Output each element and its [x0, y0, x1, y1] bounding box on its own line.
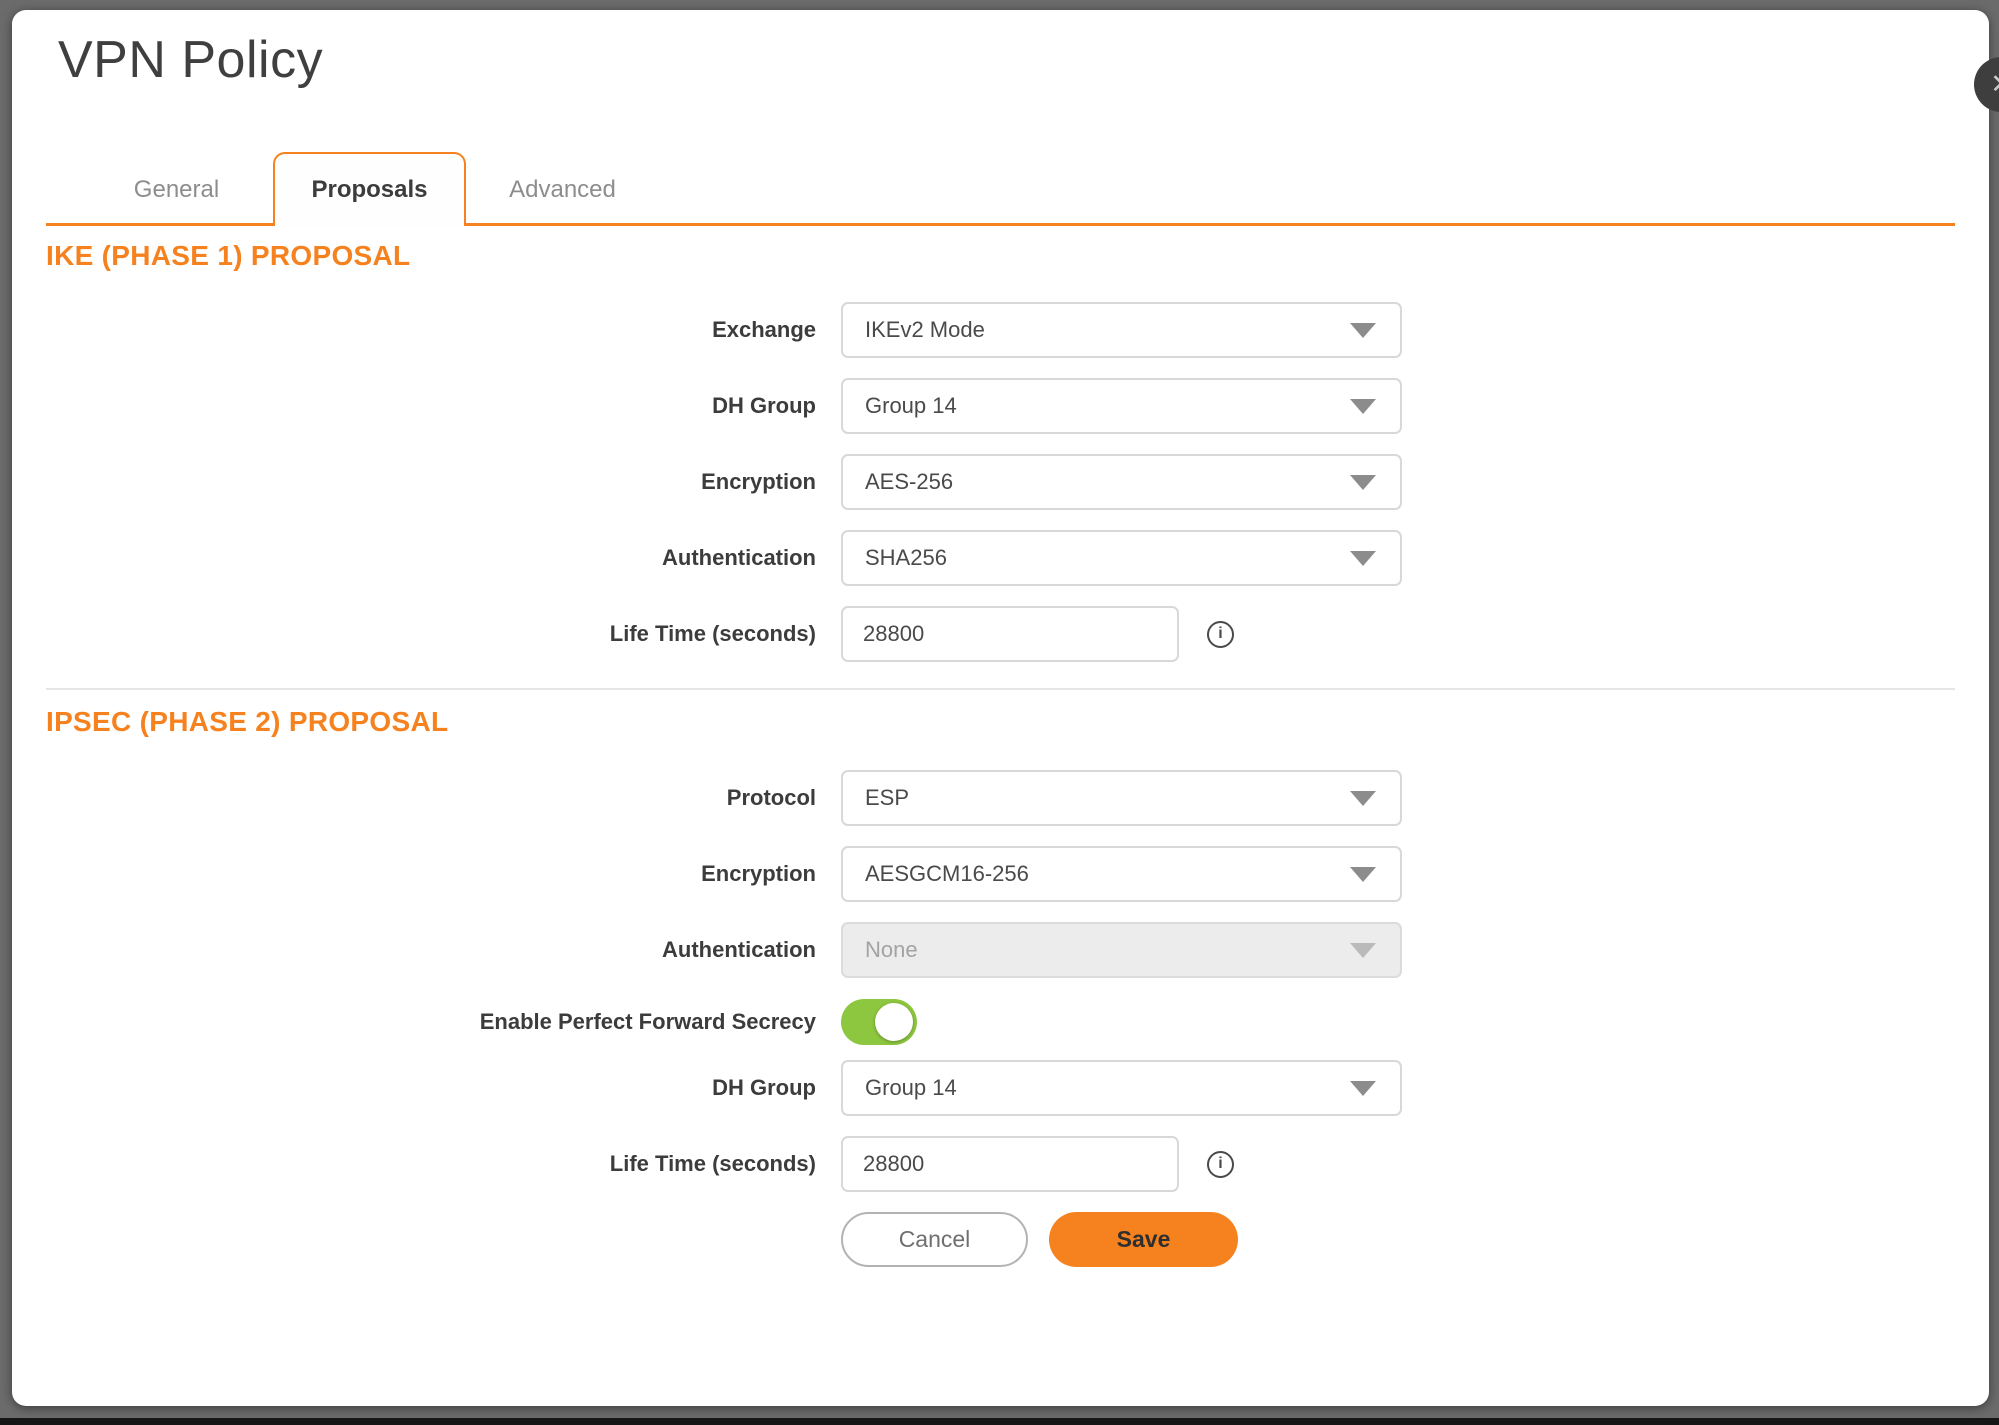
ike-life-time-row: Life Time (seconds) i: [46, 606, 1955, 662]
ipsec-encryption-select[interactable]: AESGCM16-256: [841, 846, 1402, 902]
chevron-down-icon: [1350, 551, 1376, 566]
ipsec-dh-group-row: DH Group Group 14: [46, 1060, 1955, 1116]
ike-life-time-input[interactable]: [841, 606, 1179, 662]
pfs-row: Enable Perfect Forward Secrecy: [46, 998, 1955, 1046]
tab-general-label: General: [134, 176, 219, 204]
protocol-value: ESP: [865, 785, 909, 811]
ike-authentication-label: Authentication: [46, 545, 816, 571]
tab-general[interactable]: General: [80, 157, 273, 223]
ipsec-life-time-label: Life Time (seconds): [46, 1151, 816, 1177]
ike-phase1-heading: IKE (PHASE 1) PROPOSAL: [46, 240, 1955, 272]
tab-advanced[interactable]: Advanced: [466, 157, 659, 223]
info-icon[interactable]: i: [1207, 621, 1234, 648]
page-title: VPN Policy: [58, 30, 1955, 90]
chevron-down-icon: [1350, 323, 1376, 338]
ipsec-dh-group-value: Group 14: [865, 1075, 957, 1101]
chevron-down-icon: [1350, 791, 1376, 806]
chevron-down-icon: [1350, 867, 1376, 882]
vpn-policy-dialog: ✕ VPN Policy General Proposals Advanced …: [12, 10, 1989, 1406]
chevron-down-icon: [1350, 943, 1376, 958]
protocol-label: Protocol: [46, 785, 816, 811]
ipsec-authentication-label: Authentication: [46, 937, 816, 963]
ipsec-authentication-row: Authentication None: [46, 922, 1955, 978]
ike-life-time-label: Life Time (seconds): [46, 621, 816, 647]
ike-authentication-row: Authentication SHA256: [46, 530, 1955, 586]
screen-bottom-edge: [0, 1418, 1999, 1425]
ike-dh-group-value: Group 14: [865, 393, 957, 419]
exchange-value: IKEv2 Mode: [865, 317, 985, 343]
exchange-select[interactable]: IKEv2 Mode: [841, 302, 1402, 358]
ike-dh-group-select[interactable]: Group 14: [841, 378, 1402, 434]
ike-encryption-value: AES-256: [865, 469, 953, 495]
ike-authentication-value: SHA256: [865, 545, 947, 571]
ipsec-phase2-heading: IPSEC (PHASE 2) PROPOSAL: [46, 706, 1955, 738]
ipsec-dh-group-select[interactable]: Group 14: [841, 1060, 1402, 1116]
close-button[interactable]: ✕: [1974, 57, 1999, 112]
ipsec-authentication-value: None: [865, 937, 918, 963]
info-icon-glyph: i: [1218, 625, 1222, 643]
ipsec-life-time-input[interactable]: [841, 1136, 1179, 1192]
cancel-button[interactable]: Cancel: [841, 1212, 1028, 1267]
ike-encryption-select[interactable]: AES-256: [841, 454, 1402, 510]
chevron-down-icon: [1350, 1081, 1376, 1096]
tab-advanced-label: Advanced: [509, 176, 616, 204]
info-icon-glyph: i: [1218, 1155, 1222, 1173]
pfs-toggle[interactable]: [841, 999, 917, 1045]
info-icon[interactable]: i: [1207, 1151, 1234, 1178]
ike-phase1-form: Exchange IKEv2 Mode DH Group Group 14 En…: [46, 302, 1955, 662]
ike-encryption-row: Encryption AES-256: [46, 454, 1955, 510]
ipsec-encryption-value: AESGCM16-256: [865, 861, 1029, 887]
ike-encryption-label: Encryption: [46, 469, 816, 495]
protocol-row: Protocol ESP: [46, 770, 1955, 826]
ipsec-authentication-select-disabled: None: [841, 922, 1402, 978]
dialog-footer: Cancel Save: [46, 1212, 1955, 1267]
ike-dh-group-row: DH Group Group 14: [46, 378, 1955, 434]
tab-bar: General Proposals Advanced: [46, 152, 1955, 226]
ipsec-encryption-row: Encryption AESGCM16-256: [46, 846, 1955, 902]
ipsec-life-time-row: Life Time (seconds) i: [46, 1136, 1955, 1192]
chevron-down-icon: [1350, 475, 1376, 490]
ike-authentication-select[interactable]: SHA256: [841, 530, 1402, 586]
ipsec-phase2-form: Protocol ESP Encryption AESGCM16-256 Aut…: [46, 770, 1955, 1192]
chevron-down-icon: [1350, 399, 1376, 414]
exchange-label: Exchange: [46, 317, 816, 343]
save-button[interactable]: Save: [1049, 1212, 1238, 1267]
tab-proposals[interactable]: Proposals: [273, 152, 466, 226]
tab-proposals-label: Proposals: [311, 176, 427, 204]
protocol-select[interactable]: ESP: [841, 770, 1402, 826]
section-divider: [46, 688, 1955, 690]
close-icon: ✕: [1990, 71, 1999, 98]
ike-dh-group-label: DH Group: [46, 393, 816, 419]
exchange-row: Exchange IKEv2 Mode: [46, 302, 1955, 358]
ipsec-encryption-label: Encryption: [46, 861, 816, 887]
toggle-knob: [875, 1003, 913, 1041]
ipsec-dh-group-label: DH Group: [46, 1075, 816, 1101]
pfs-label: Enable Perfect Forward Secrecy: [46, 1009, 816, 1035]
